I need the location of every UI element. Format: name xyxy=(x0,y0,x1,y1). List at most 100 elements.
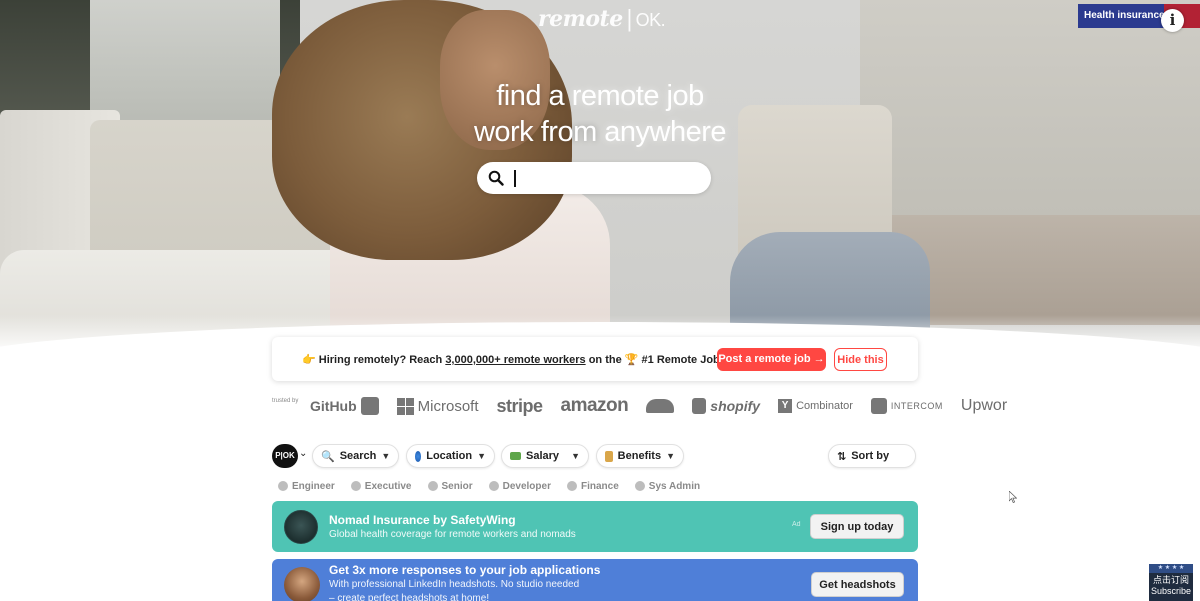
stars-icon: ★ ★ ★ ★ xyxy=(1149,564,1193,573)
intercom-icon xyxy=(870,398,887,414)
site-logo[interactable]: remote | OK. xyxy=(538,6,666,32)
chevron-down-icon: ▼ xyxy=(666,451,675,461)
ycombinator-wordmark: Combinator xyxy=(796,400,853,412)
text-cursor xyxy=(514,170,516,187)
cloud-icon xyxy=(646,399,675,413)
pointing-hand-icon: 👉 xyxy=(302,354,316,366)
hero-search-box[interactable] xyxy=(477,162,711,194)
globe-icon xyxy=(415,450,422,462)
hero-search-input[interactable] xyxy=(511,168,701,188)
headline-1b: remote job xyxy=(571,80,705,112)
headline-line-1: find a remote job xyxy=(0,80,1200,113)
filter-bar: P|OK ⌄ 🔍 Search ▼ Location ▼ Salary ▼ Be… xyxy=(272,443,918,469)
mouse-pointer-icon xyxy=(1009,491,1017,503)
headline-2a: work from xyxy=(473,116,605,148)
sort-by-button[interactable]: ⇅ Sort by xyxy=(828,444,916,468)
ad-subtitle: With professional LinkedIn headshots. No… xyxy=(329,579,580,590)
logo-ok: OK. xyxy=(635,10,666,30)
ad-title: Get 3x more responses to your job applic… xyxy=(329,563,601,577)
trusted-logos: GitHub Microsoft stripe amazon shopify Y… xyxy=(310,393,1007,419)
executive-icon xyxy=(350,481,361,491)
headline-line-2: work from anywhere xyxy=(0,116,1200,149)
tag-developer[interactable]: Developer xyxy=(488,478,551,494)
shopify-wordmark: shopify xyxy=(710,398,761,414)
category-tags: Engineer Executive Senior Developer Fina… xyxy=(278,478,700,494)
windows-icon xyxy=(396,397,414,415)
finance-icon xyxy=(566,481,577,491)
y-icon: Y xyxy=(778,399,793,413)
search-icon xyxy=(488,170,504,186)
upwork-logo: Upwor xyxy=(961,397,1007,415)
location-filter-label: Location xyxy=(426,450,473,462)
chevron-down-icon[interactable]: ⌄ xyxy=(299,448,307,459)
github-logo: GitHub xyxy=(310,397,379,415)
tag-sys-admin[interactable]: Sys Admin xyxy=(634,478,701,494)
hiring-banner: 👉 Hiring remotely? Reach 3,000,000+ remo… xyxy=(272,337,918,381)
tag-label: Finance xyxy=(580,480,619,492)
headline-1a: find a xyxy=(496,80,572,112)
sign-up-button[interactable]: Sign up today xyxy=(810,514,904,539)
hide-banner-button[interactable]: Hide this xyxy=(834,348,887,371)
avatar xyxy=(284,567,320,601)
ycombinator-logo: Y Combinator xyxy=(778,399,853,413)
ad-subtitle: Global health coverage for remote worker… xyxy=(329,529,576,540)
sort-by-label: Sort by xyxy=(851,450,890,462)
ad-title: Nomad Insurance by SafetyWing xyxy=(329,513,516,527)
tag-finance[interactable]: Finance xyxy=(566,478,619,494)
tag-senior[interactable]: Senior xyxy=(427,478,473,494)
subscribe-label: Subscribe xyxy=(1150,586,1192,596)
chevron-down-icon: ▼ xyxy=(381,451,391,461)
tag-label: Senior xyxy=(441,480,473,492)
tag-label: Engineer xyxy=(292,480,335,492)
trophy-icon: 🏆 xyxy=(624,354,639,366)
search-filter-label: Search xyxy=(339,450,377,462)
tag-label: Sys Admin xyxy=(648,480,701,492)
get-headshots-button[interactable]: Get headshots xyxy=(811,572,904,597)
benefits-filter-label: Benefits xyxy=(617,450,662,462)
stripe-wordmark: stripe xyxy=(496,395,544,416)
chevron-down-icon: ▼ xyxy=(477,451,486,461)
hiring-text-link[interactable]: 3,000,000+ remote workers xyxy=(445,354,585,366)
shopping-bag-icon xyxy=(692,398,707,414)
hiring-text-middle: on the xyxy=(585,354,625,366)
tag-engineer[interactable]: Engineer xyxy=(278,478,335,494)
logo-separator: | xyxy=(625,7,633,32)
hero-sofa-back-right xyxy=(860,0,1200,230)
github-wordmark: GitHub xyxy=(310,398,357,414)
tag-label: Developer xyxy=(502,480,551,492)
benefits-filter[interactable]: Benefits ▼ xyxy=(596,444,684,468)
amazon-wordmark: amazon xyxy=(560,395,629,416)
tag-label: Executive xyxy=(364,480,412,492)
stripe-logo: stripe xyxy=(496,395,544,417)
upwork-wordmark: Upwor xyxy=(960,397,1008,414)
engineer-icon xyxy=(278,481,288,491)
search-icon: 🔍 xyxy=(321,450,335,463)
profile-badge[interactable]: P|OK xyxy=(272,444,298,468)
promo-badge-label: Health insurance xyxy=(1084,10,1165,21)
trusted-by-label: trusted by xyxy=(272,398,299,404)
sys-admin-icon xyxy=(634,481,645,491)
microsoft-wordmark: Microsoft xyxy=(417,397,479,415)
info-icon[interactable]: i xyxy=(1161,9,1184,32)
shopify-logo: shopify xyxy=(692,398,760,414)
chevron-down-icon: ▼ xyxy=(571,451,580,461)
tag-executive[interactable]: Executive xyxy=(350,478,412,494)
ad-label: Ad xyxy=(792,521,801,528)
sort-icon: ⇅ xyxy=(837,450,847,463)
money-icon xyxy=(510,452,521,460)
location-filter[interactable]: Location ▼ xyxy=(406,444,495,468)
search-filter[interactable]: 🔍 Search ▼ xyxy=(312,444,399,468)
microsoft-logo: Microsoft xyxy=(396,397,479,415)
senior-icon xyxy=(427,481,438,491)
subscribe-widget[interactable]: ★ ★ ★ ★ 点击订阅 Subscribe xyxy=(1149,564,1193,601)
developer-icon xyxy=(488,481,499,491)
subscribe-label-cn: 点击订阅 xyxy=(1152,575,1189,585)
ad-subtitle-2: – create perfect headshots at home! xyxy=(329,593,490,601)
nomad-insurance-ad[interactable]: Nomad Insurance by SafetyWing Global hea… xyxy=(272,501,918,552)
post-job-button[interactable]: Post a remote job → xyxy=(717,348,826,371)
salary-filter-label: Salary xyxy=(526,450,560,462)
hiring-banner-text: 👉 Hiring remotely? Reach 3,000,000+ remo… xyxy=(302,353,755,366)
logo-text: remote xyxy=(538,6,623,32)
headshots-ad[interactable]: Get 3x more responses to your job applic… xyxy=(272,559,918,601)
salary-filter[interactable]: Salary ▼ xyxy=(501,444,589,468)
